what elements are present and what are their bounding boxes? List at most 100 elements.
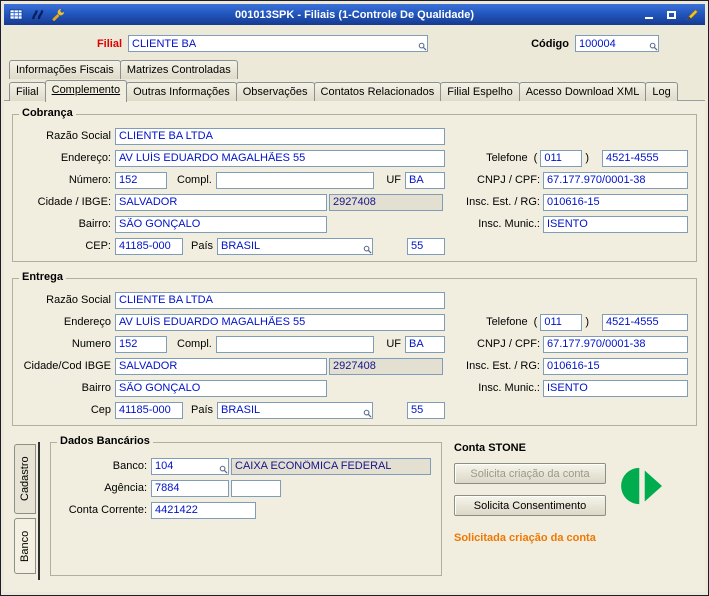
tab-informacoes-fiscais[interactable]: Informações Fiscais [9, 60, 121, 79]
agencia-dv-field[interactable] [231, 479, 281, 497]
ent-telefone-field[interactable]: 4521-4555 [602, 313, 688, 331]
ent-pais-cod-field[interactable]: 55 [407, 401, 445, 419]
ent-ibge-field: 2927408 [329, 357, 443, 375]
ent-numero-row: Numero 152 Compl. UF BA CNPJ / CPF: 67.1… [21, 333, 688, 355]
codigo-label: Código [531, 37, 569, 50]
vtab-banco[interactable]: Banco [14, 518, 36, 574]
cob-razao-field[interactable]: CLIENTE BA LTDA [115, 127, 445, 145]
tab-outras-informacoes[interactable]: Outras Informações [126, 82, 237, 101]
ent-cidade-field[interactable]: SALVADOR [115, 357, 327, 375]
search-icon[interactable] [219, 465, 228, 474]
vtab-cadastro[interactable]: Cadastro [14, 444, 36, 514]
cob-endereco-row: Endereço: AV LUÍS EDUARDO MAGALHÃES 55 T… [21, 147, 688, 169]
cob-insc-mun-field[interactable]: ISENTO [543, 215, 688, 233]
tab-contatos-relacionados[interactable]: Contatos Relacionados [313, 82, 442, 101]
cob-uf-label: UF [386, 174, 401, 186]
ent-endereco-label: Endereço [63, 316, 111, 328]
tab-log[interactable]: Log [645, 82, 678, 101]
cob-bairro-field[interactable]: SÃO GONÇALO [115, 215, 327, 233]
ent-bairro-row: Bairro SÃO GONÇALO Insc. Munic.: ISENTO [21, 377, 688, 399]
tab-page-complemento: Cobrança Razão Social CLIENTE BA LTDA En… [4, 101, 705, 592]
ent-insc-est-field[interactable]: 010616-15 [543, 357, 688, 375]
tab-filial[interactable]: Filial [9, 82, 46, 101]
cob-compl-label: Compl. [177, 174, 212, 186]
maximize-button[interactable] [663, 8, 679, 22]
cob-endereco-field[interactable]: AV LUÍS EDUARDO MAGALHÃES 55 [115, 149, 445, 167]
cob-ibge-field: 2927408 [329, 193, 443, 211]
cob-razao-label: Razão Social [46, 130, 111, 142]
side-tab-bar: Cadastro Banco [14, 442, 40, 580]
wrench-icon[interactable] [51, 8, 65, 22]
cob-cnpj-field[interactable]: 67.177.970/0001-38 [543, 171, 688, 189]
conta-stone-title: Conta STONE [454, 442, 526, 454]
search-icon[interactable] [363, 245, 372, 254]
ent-cep-field[interactable]: 41185-000 [115, 401, 183, 419]
ent-insc-mun-field[interactable]: ISENTO [543, 379, 688, 397]
cob-bairro-row: Bairro: SÃO GONÇALO Insc. Munic.: ISENTO [21, 213, 688, 235]
tab-complemento[interactable]: Complemento [44, 80, 128, 102]
cob-numero-field[interactable]: 152 [115, 171, 167, 189]
ent-pais-field[interactable]: BRASIL [217, 401, 374, 419]
cob-cidade-row: Cidade / IBGE: SALVADOR 2927408 Insc. Es… [21, 191, 688, 213]
ent-cnpj-label: CNPJ / CPF: [477, 338, 540, 350]
ent-insc-est-label: Insc. Est. / RG: [466, 360, 540, 372]
conta-corrente-label: Conta Corrente: [68, 504, 147, 516]
ent-endereco-field[interactable]: AV LUÍS EDUARDO MAGALHÃES 55 [115, 313, 445, 331]
banco-nome-field: CAIXA ECONÔMICA FEDERAL [231, 457, 431, 475]
ent-bairro-field[interactable]: SÃO GONÇALO [115, 379, 327, 397]
filial-label: Filial [96, 37, 122, 50]
cob-cep-field[interactable]: 41185-000 [115, 237, 183, 255]
agencia-field[interactable]: 7884 [151, 479, 229, 497]
ent-cep-label: Cep [90, 404, 111, 416]
conta-corrente-field[interactable]: 4421422 [151, 501, 256, 519]
ent-cidade-label: Cidade/Cod IBGE [23, 360, 111, 372]
stone-status-text: Solicitada criação da conta [454, 532, 596, 544]
tab-matrizes-controladas[interactable]: Matrizes Controladas [119, 60, 238, 79]
search-icon[interactable] [418, 42, 427, 51]
cob-razao-row: Razão Social CLIENTE BA LTDA [21, 125, 688, 147]
banco-label: Banco: [112, 460, 147, 472]
cobranca-group: Cobrança Razão Social CLIENTE BA LTDA En… [12, 107, 697, 262]
ent-ddd-field[interactable]: 011 [540, 313, 583, 331]
ent-razao-label: Razão Social [46, 294, 111, 306]
ent-razao-field[interactable]: CLIENTE BA LTDA [115, 291, 445, 309]
codigo-input[interactable]: 100004 [575, 35, 659, 52]
solicita-criacao-button[interactable]: Solicita criação da conta [454, 463, 606, 484]
cob-bairro-label: Bairro: [78, 218, 111, 230]
cob-insc-est-label: Insc. Est. / RG: [466, 196, 540, 208]
cob-pais-cod-field[interactable]: 55 [407, 237, 445, 255]
cob-insc-est-field[interactable]: 010616-15 [543, 193, 688, 211]
conta-row: Conta Corrente: 4421422 [59, 499, 433, 521]
bottom-section: Cadastro Banco Dados Bancários Banco: 10… [14, 435, 693, 580]
ent-uf-field[interactable]: BA [405, 335, 445, 353]
minimize-button[interactable] [641, 8, 657, 22]
ent-cnpj-field[interactable]: 67.177.970/0001-38 [543, 335, 688, 353]
cob-uf-field[interactable]: BA [405, 171, 445, 189]
ent-compl-label: Compl. [177, 338, 212, 350]
cob-cidade-field[interactable]: SALVADOR [115, 193, 327, 211]
tab-observacoes[interactable]: Observações [235, 82, 315, 101]
ent-telefone-label: Telefone [486, 316, 528, 328]
cob-ddd-field[interactable]: 011 [540, 149, 583, 167]
search-icon[interactable] [363, 409, 372, 418]
cob-numero-row: Número: 152 Compl. UF BA CNPJ / CPF: 67.… [21, 169, 688, 191]
banco-codigo-field[interactable]: 104 [151, 457, 229, 475]
solicita-consentimento-button[interactable]: Solicita Consentimento [454, 495, 606, 516]
banco-row: Banco: 104 CAIXA ECONÔMICA FEDERAL [59, 455, 433, 477]
conta-stone-group: Conta STONE Solicita criação da conta So… [442, 442, 693, 580]
stone-logo-icon [621, 466, 663, 506]
cob-compl-field[interactable] [215, 171, 374, 189]
ent-numero-field[interactable]: 152 [115, 335, 167, 353]
ent-cep-row: Cep 41185-000 País BRASIL 55 [21, 399, 688, 421]
edit-pencil-icon[interactable] [685, 7, 700, 22]
cob-telefone-label: Telefone [486, 152, 528, 164]
filial-input[interactable]: CLIENTE BA [128, 35, 428, 52]
search-icon[interactable] [649, 42, 658, 51]
cob-pais-field[interactable]: BRASIL [217, 237, 374, 255]
cob-telefone-field[interactable]: 4521-4555 [602, 149, 688, 167]
grid-icon [9, 8, 24, 21]
tab-acesso-download-xml[interactable]: Acesso Download XML [518, 82, 647, 101]
cob-cep-label: CEP: [85, 240, 111, 252]
ent-compl-field[interactable] [215, 335, 374, 353]
tab-filial-espelho[interactable]: Filial Espelho [440, 82, 520, 101]
